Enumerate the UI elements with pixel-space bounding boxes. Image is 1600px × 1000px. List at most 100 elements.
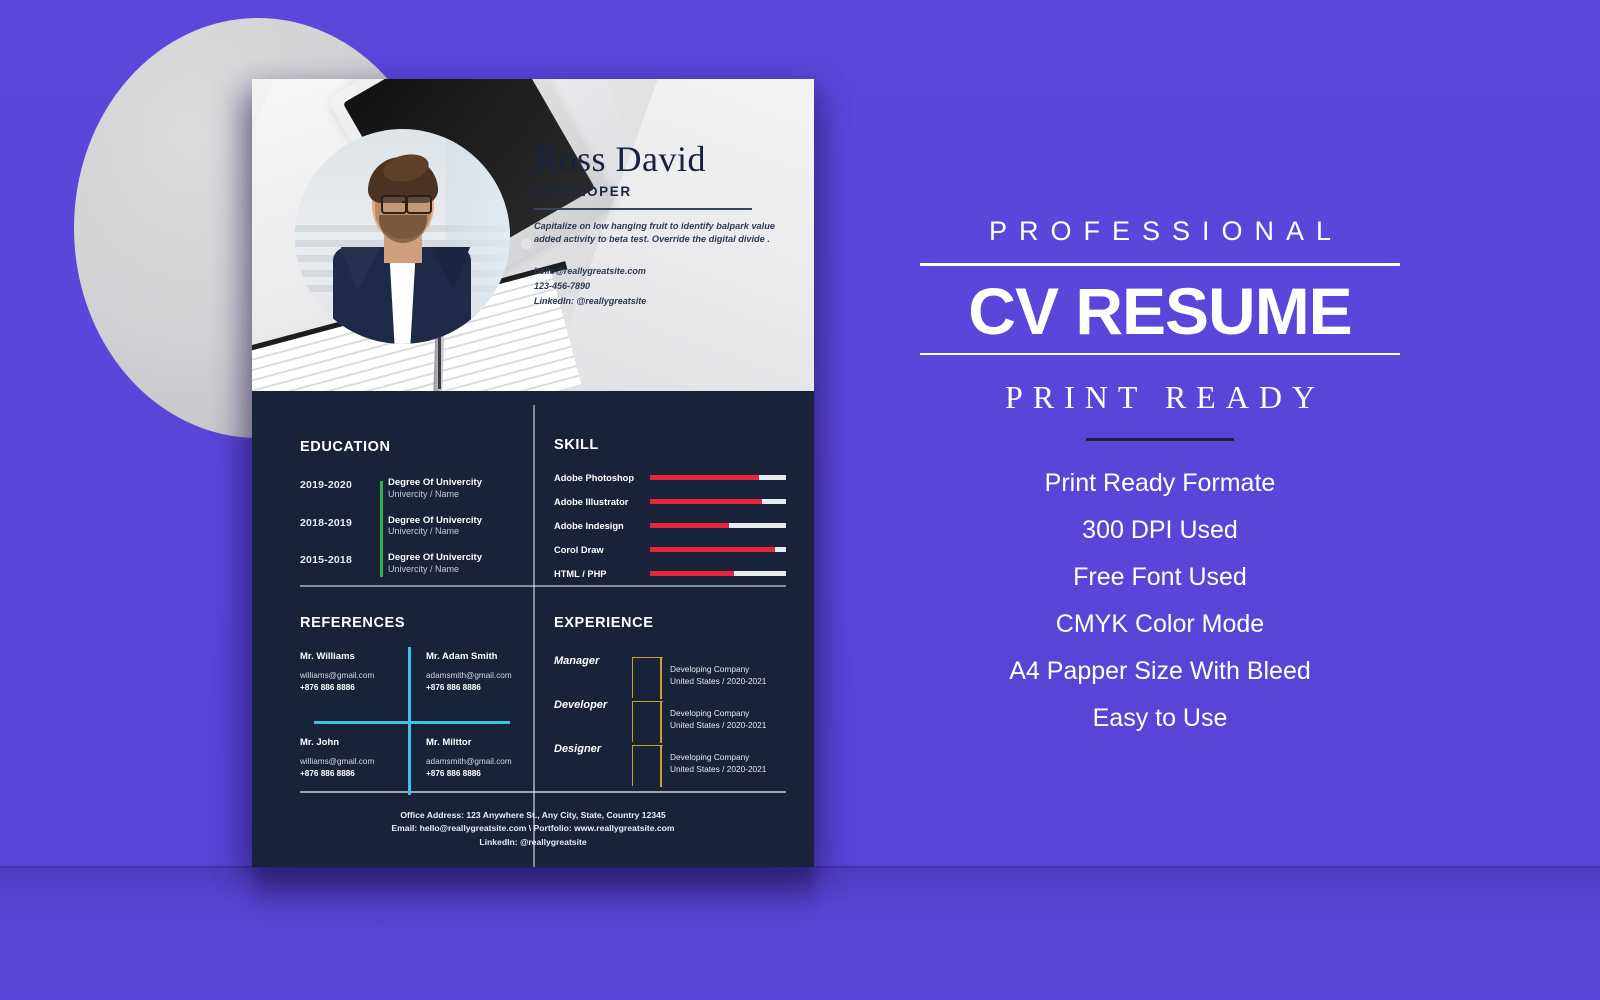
skill-title: SKILL <box>554 437 599 453</box>
experience-item: Manager Developing Company United States… <box>554 649 786 699</box>
promo-eyebrow: PROFESSIONAL <box>988 216 1344 246</box>
reference-item: Mr. John williams@gmail.com +876 886 888… <box>300 737 398 780</box>
skill-item: Adobe Photoshop <box>554 469 786 486</box>
skill-item: Adobe Indesign <box>554 517 786 534</box>
education-detail: Degree Of Univercity Univercity / Name <box>374 477 482 501</box>
candidate-name: Ross David <box>534 139 707 179</box>
reference-email: adamsmith@gmail.com <box>426 757 512 766</box>
reference-email: adamsmith@gmail.com <box>426 671 512 680</box>
tablet-home-button <box>518 236 534 252</box>
reference-phone: +876 886 8886 <box>426 768 481 778</box>
reference-item: Mr. Milttor adamsmith@gmail.com +876 886… <box>426 737 524 780</box>
reference-phone: +876 886 8886 <box>426 682 481 692</box>
promo-rule-bottom <box>920 352 1400 356</box>
avatar <box>295 129 510 344</box>
skill-label: Adobe Photoshop <box>554 472 635 483</box>
experience-list: Manager Developing Company United States… <box>554 649 786 787</box>
experience-item: Designer Developing Company United State… <box>554 737 786 787</box>
experience-role: Developer <box>554 699 608 711</box>
reference-name: Mr. Adam Smith <box>426 651 498 662</box>
resume-floor-reflection <box>255 866 815 912</box>
avatar-eyeglasses-left-lens <box>380 195 407 214</box>
skill-section: SKILL Adobe Photoshop Adobe Illustrator … <box>554 437 786 589</box>
experience-title: EXPERIENCE <box>554 615 654 631</box>
promo-feature-item: CMYK Color Mode <box>1055 610 1265 639</box>
education-school: Univercity / Name <box>388 564 460 574</box>
experience-place: United States / 2020-2021 <box>670 764 767 775</box>
experience-place: United States / 2020-2021 <box>670 676 767 687</box>
contact-block: hello@reallygreatsite.com 123-456-7890 L… <box>534 264 784 309</box>
reference-item: Mr. Adam Smith adamsmith@gmail.com +876 … <box>426 651 524 694</box>
education-item: 2018-2019 Degree Of Univercity Univercit… <box>300 515 522 539</box>
education-item: 2015-2018 Degree Of Univercity Univercit… <box>300 552 522 576</box>
promo-rule-accent <box>1086 438 1234 442</box>
contact-linkedin: LinkedIn: @reallygreatsite <box>534 295 647 306</box>
promo-feature-item: 300 DPI Used <box>1082 516 1238 545</box>
candidate-role: DEVELOPER <box>534 184 632 199</box>
skill-list: Adobe Photoshop Adobe Illustrator Adobe … <box>554 469 786 582</box>
experience-bracket <box>632 745 663 786</box>
resume-document: Ross David DEVELOPER Capitalize on low h… <box>252 79 814 867</box>
resume-photo-band: Ross David DEVELOPER Capitalize on low h… <box>252 79 814 391</box>
education-year: 2019-2020 <box>300 479 353 491</box>
skill-bar-fill <box>650 499 762 504</box>
promo-rule-top <box>920 263 1400 266</box>
education-degree: Degree Of Univercity <box>388 552 482 564</box>
experience-role: Designer <box>554 743 602 755</box>
skill-bar-fill <box>650 475 759 480</box>
skill-label: HTML / PHP <box>554 568 607 579</box>
education-accent-line <box>380 481 383 577</box>
experience-company: Developing Company <box>670 708 750 718</box>
footer-linkedin: LinkedIn: @reallygreatsite <box>479 836 587 847</box>
skill-label: Adobe Indesign <box>554 520 624 531</box>
education-item: 2019-2020 Degree Of Univercity Univercit… <box>300 477 522 501</box>
skill-item: Adobe Illustrator <box>554 493 786 510</box>
skill-bar-track <box>650 571 786 576</box>
experience-bracket <box>632 657 663 698</box>
promo-feature-item: A4 Papper Size With Bleed <box>1009 657 1311 686</box>
reference-item: Mr. Williams williams@gmail.com +876 886… <box>300 651 398 694</box>
experience-detail: Developing Company United States / 2020-… <box>670 751 766 775</box>
footer-email-portfolio: Email: hello@reallygreatsite.com \ Portf… <box>391 823 675 834</box>
skill-bar-track <box>650 475 786 480</box>
experience-bracket <box>632 701 663 742</box>
experience-bracket-stem <box>660 745 662 787</box>
education-year: 2015-2018 <box>300 554 353 567</box>
skill-bar-track <box>650 499 786 504</box>
reference-phone: +876 886 8886 <box>300 768 355 778</box>
education-degree: Degree Of Univercity <box>388 477 482 488</box>
promo-subtitle: PRINT READY <box>1004 379 1326 416</box>
references-title: REFERENCES <box>300 615 406 631</box>
resume-footer: Office Address: 123 Anywhere St., Any Ci… <box>252 809 814 849</box>
skill-bar-fill <box>650 547 776 552</box>
reference-name: Mr. John <box>300 737 340 748</box>
promo-feature-item: Print Ready Formate <box>1044 469 1276 498</box>
footer-address: Office Address: 123 Anywhere St., Any Ci… <box>400 810 666 820</box>
education-detail: Degree Of Univercity Univercity / Name <box>374 552 482 576</box>
reference-name: Mr. Milttor <box>426 737 472 748</box>
candidate-about: Capitalize on low hanging fruit to ident… <box>534 220 775 245</box>
experience-company: Developing Company <box>670 664 750 674</box>
promo-feature-list: Print Ready Formate 300 DPI Used Free Fo… <box>880 471 1440 731</box>
education-school: Univercity / Name <box>388 488 460 499</box>
skill-bar-track <box>650 547 786 552</box>
contact-phone: 123-456-7890 <box>534 280 591 291</box>
promo-panel: PROFESSIONAL CV RESUME PRINT READY Print… <box>880 216 1440 753</box>
experience-role: Manager <box>554 655 600 667</box>
promo-feature-item: Free Font Used <box>1073 563 1247 592</box>
experience-section: EXPERIENCE Manager Developing Company Un… <box>554 615 786 787</box>
education-list: 2019-2020 Degree Of Univercity Univercit… <box>300 477 522 577</box>
skill-item: Corol Draw <box>554 541 786 558</box>
reference-phone: +876 886 8886 <box>300 682 355 692</box>
reference-email: williams@gmail.com <box>300 757 375 766</box>
skill-item: HTML / PHP <box>554 565 786 582</box>
education-year: 2018-2019 <box>300 516 353 529</box>
avatar-eyeglasses-bridge <box>401 201 407 203</box>
header-divider <box>534 208 752 210</box>
references-section: REFERENCES Mr. Williams williams@gmail.c… <box>300 615 532 803</box>
experience-company: Developing Company <box>670 752 750 762</box>
skill-bar-track <box>650 523 786 528</box>
education-school: Univercity / Name <box>388 526 460 537</box>
skill-bar-fill <box>650 571 735 576</box>
contact-email: hello@reallygreatsite.com <box>534 266 646 277</box>
